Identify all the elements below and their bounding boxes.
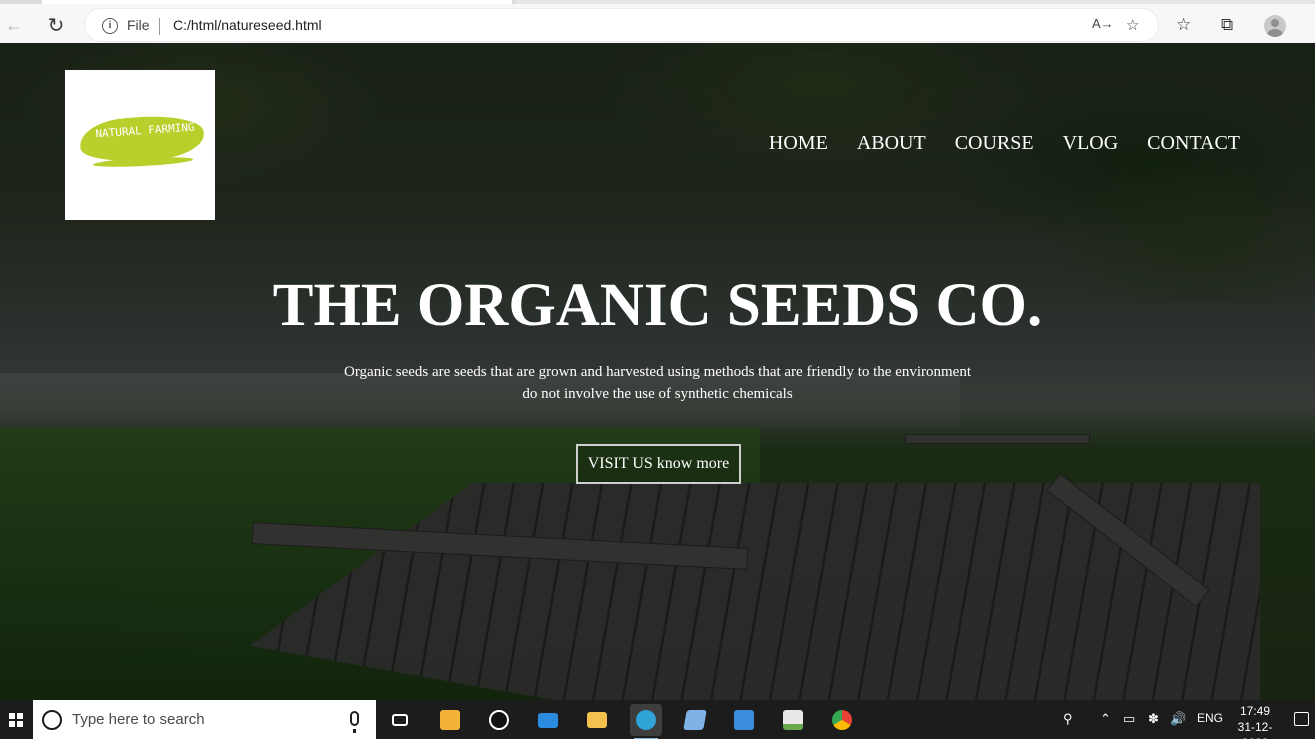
show-hidden-icons-chevron-icon[interactable]: ⌃ [1100, 711, 1111, 727]
read-aloud-icon[interactable]: A→ [1092, 16, 1114, 31]
clock-time: 17:49 [1239, 704, 1271, 718]
refresh-icon[interactable]: ↻ [42, 11, 70, 39]
system-clock[interactable]: 17:49 31-12-2022 [1230, 703, 1280, 739]
clock-date: 31-12-2022 [1237, 720, 1273, 739]
collections-icon[interactable]: ⧉ [1221, 15, 1233, 35]
windows-logo-icon [9, 712, 23, 727]
file-label: File [127, 17, 150, 33]
nav-course-link[interactable]: COURSE [955, 132, 1034, 155]
visit-us-button[interactable]: VISIT US know more [576, 444, 741, 484]
people-icon[interactable]: ⚲ [1063, 711, 1073, 727]
battery-icon[interactable]: ▭ [1123, 711, 1135, 727]
hero-section: NATURAL FARMING HOME ABOUT COURSE VLOG C… [0, 43, 1315, 700]
favorites-icon[interactable]: ☆ [1176, 15, 1191, 35]
volume-icon[interactable]: 🔊 [1170, 711, 1186, 727]
search-placeholder: Type here to search [72, 711, 205, 728]
edge-browser-icon[interactable] [630, 704, 662, 739]
mail-icon[interactable] [532, 704, 564, 736]
address-separator [159, 18, 160, 35]
start-button[interactable] [0, 700, 32, 739]
address-bar[interactable]: i File C:/html/natureseed.html A→ ☆ [84, 8, 1159, 42]
cortana-icon [42, 710, 62, 730]
tab-strip-right [516, 0, 1315, 4]
microsoft-store-icon[interactable] [434, 704, 466, 736]
main-navigation: HOME ABOUT COURSE VLOG CONTACT [769, 132, 1240, 155]
back-arrow-icon[interactable]: ← [0, 11, 28, 39]
nav-vlog-link[interactable]: VLOG [1063, 132, 1119, 155]
nav-contact-link[interactable]: CONTACT [1147, 132, 1240, 155]
chart-app-icon[interactable] [777, 704, 809, 736]
wifi-icon[interactable]: ✽ [1148, 711, 1159, 727]
language-indicator[interactable]: ENG [1197, 711, 1223, 725]
task-view-icon[interactable] [384, 704, 416, 736]
chrome-icon[interactable] [826, 704, 858, 736]
microphone-icon[interactable] [350, 711, 359, 733]
hero-subtitle-line-1: Organic seeds are seeds that are grown a… [343, 364, 972, 380]
hero-subtitle-line-2: do not involve the use of synthetic chem… [522, 386, 793, 402]
url-text[interactable]: C:/html/natureseed.html [173, 17, 322, 33]
file-explorer-icon[interactable] [581, 704, 613, 736]
nav-home-link[interactable]: HOME [769, 132, 828, 155]
site-logo[interactable]: NATURAL FARMING [65, 70, 215, 220]
tab-strip [42, 0, 512, 4]
info-icon[interactable]: i [102, 18, 118, 34]
hero-title: THE ORGANIC SEEDS CO. [272, 272, 1043, 339]
browser-toolbar: ← ↻ i File C:/html/natureseed.html A→ ☆ … [0, 0, 1315, 43]
notes-app-icon[interactable] [679, 704, 711, 736]
notifications-icon[interactable] [1294, 712, 1309, 726]
photos-icon[interactable] [728, 704, 760, 736]
add-favorite-icon[interactable]: ☆ [1126, 16, 1139, 34]
pattern-app-icon[interactable] [483, 704, 515, 736]
windows-taskbar: Type here to search ⚲ ⌃ ▭ ✽ 🔊 ENG 17:49 … [0, 700, 1315, 739]
taskbar-search-box[interactable]: Type here to search [33, 700, 376, 739]
profile-avatar-icon[interactable] [1264, 15, 1286, 37]
nav-about-link[interactable]: ABOUT [857, 132, 926, 155]
